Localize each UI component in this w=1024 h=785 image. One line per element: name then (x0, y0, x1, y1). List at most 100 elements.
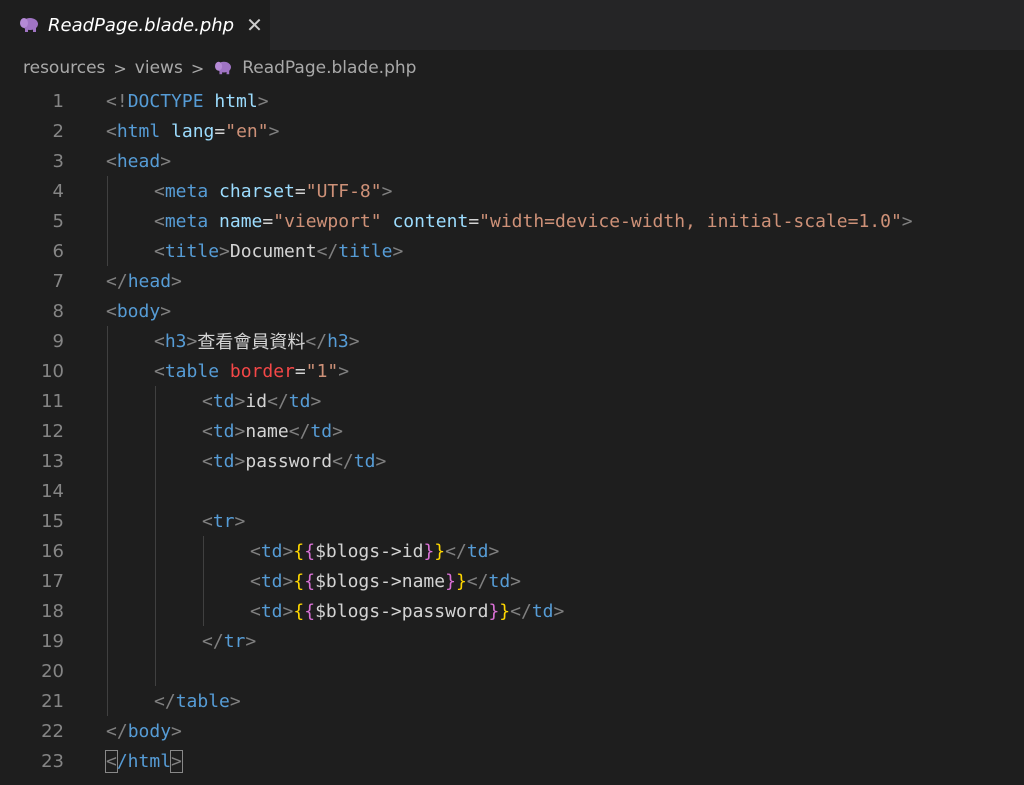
line-number: 7 (52, 270, 64, 292)
indent-guide (107, 536, 108, 566)
token: td (212, 390, 235, 412)
token: </ (445, 540, 467, 562)
breadcrumb-item-views[interactable]: views (135, 58, 183, 78)
token: > (332, 420, 343, 442)
token: td (260, 540, 283, 562)
token: $blogs->name (315, 570, 446, 592)
token: > (510, 570, 522, 592)
code-line-11: 11 < td > id </td > (0, 386, 1024, 416)
token: < (106, 120, 117, 142)
indent-guide (155, 446, 156, 476)
code-line-23: 23 </html > (0, 746, 1024, 776)
code-line-21: 21 </table > (0, 686, 1024, 716)
line-number: 3 (52, 150, 64, 172)
breadcrumb-item-file[interactable]: ReadPage.blade.php (242, 58, 416, 78)
indent-guide (155, 566, 156, 596)
indent-guide (155, 506, 156, 536)
token: { (304, 540, 316, 562)
token: > (310, 390, 322, 412)
indent-guide (203, 536, 204, 566)
token: </ (288, 420, 311, 442)
code-line-14: 14 (0, 476, 1024, 506)
token: "UTF-8" (305, 180, 382, 202)
token: lang (160, 120, 215, 142)
token: "width=device-width, initial-scale=1.0" (479, 210, 902, 232)
token: > (234, 390, 246, 412)
token: td (488, 570, 511, 592)
token: </ (106, 720, 128, 742)
token: meta (164, 210, 209, 232)
token: } (434, 540, 446, 562)
token: < (154, 240, 165, 262)
bracket-match: > (170, 749, 183, 773)
token: </ (305, 330, 328, 352)
token: name (245, 420, 289, 442)
line-number: 11 (41, 390, 64, 412)
token: name (208, 210, 263, 232)
token: { (293, 570, 305, 592)
token: table (175, 690, 230, 712)
token: > (375, 450, 387, 472)
code-line-13: 13 < td > password </td > (0, 446, 1024, 476)
token: td (212, 420, 235, 442)
line-number: 8 (52, 300, 64, 322)
line-number: 13 (41, 450, 64, 472)
token: "viewport" (273, 210, 382, 232)
code-editor[interactable]: 1 <! DOCTYPE html > 2 < html lang = "en" > 3 <… (0, 86, 1024, 776)
token: < (154, 180, 165, 202)
token: { (293, 540, 305, 562)
token: "1" (305, 360, 339, 382)
token: > (245, 630, 257, 652)
token: > (268, 120, 280, 142)
token: < (154, 360, 165, 382)
indent-guide (107, 326, 108, 356)
chevron-right-icon: > (190, 58, 205, 78)
token: < (154, 210, 165, 232)
line-number: 9 (52, 330, 64, 352)
line-number: 12 (41, 420, 64, 442)
token: 查看會員資料 (197, 332, 306, 353)
token: border (219, 360, 295, 382)
breadcrumb-item-resources[interactable]: resources (23, 58, 105, 78)
line-number: 1 (52, 90, 64, 112)
token: > (488, 540, 500, 562)
indent-guide (155, 536, 156, 566)
token: h3 (164, 330, 187, 352)
token: < (154, 330, 165, 352)
token: td (212, 450, 235, 472)
code-line-17: 17 < td >{{$blogs->name}} </td > (0, 566, 1024, 596)
indent-guide (155, 626, 156, 656)
line-number: 16 (41, 540, 64, 562)
token: $blogs->password (315, 600, 489, 622)
token: > (234, 510, 246, 532)
token: > (160, 300, 172, 322)
token: < (250, 540, 261, 562)
code-line-12: 12 < td > name </td > (0, 416, 1024, 446)
token: head (116, 150, 161, 172)
token: /html (116, 750, 172, 772)
chevron-right-icon: > (113, 58, 127, 78)
tab-readpage[interactable]: ReadPage.blade.php ✕ (0, 0, 270, 50)
code-line-5: 5 < meta name = "viewport" content = "width=d… (0, 206, 1024, 236)
token: = (262, 210, 274, 232)
code-line-19: 19 </tr > (0, 626, 1024, 656)
indent-guide (107, 356, 108, 386)
indent-guide (107, 656, 108, 686)
code-line-15: 15 < tr > (0, 506, 1024, 536)
code-line-2: 2 < html lang = "en" > (0, 116, 1024, 146)
token: h3 (327, 330, 349, 352)
token: > (392, 240, 404, 262)
token: > (901, 210, 913, 232)
line-number: 14 (41, 480, 64, 502)
token: } (499, 600, 511, 622)
close-icon[interactable]: ✕ (246, 15, 263, 35)
token: <! (106, 90, 128, 112)
indent-guide (107, 236, 108, 266)
indent-guide (107, 566, 108, 596)
indent-guide (107, 506, 108, 536)
line-number: 18 (41, 600, 64, 622)
indent-guide (203, 596, 204, 626)
token: > (234, 450, 246, 472)
line-number: 17 (41, 570, 64, 592)
line-number: 21 (41, 690, 64, 712)
